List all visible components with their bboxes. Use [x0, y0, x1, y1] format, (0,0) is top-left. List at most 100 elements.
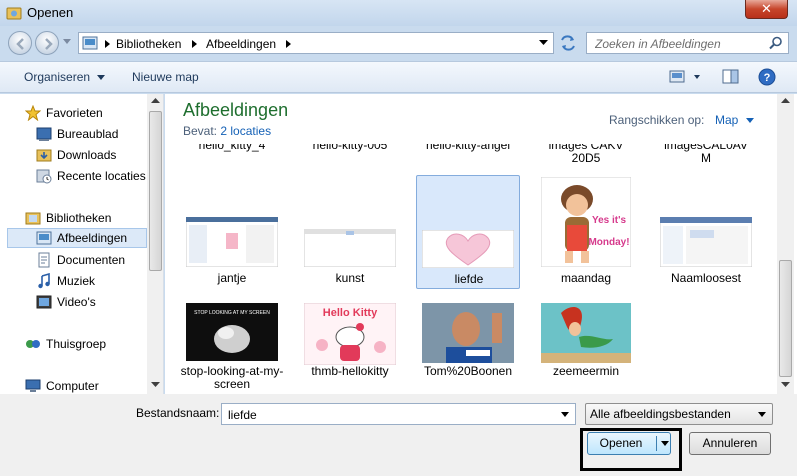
filename-input[interactable]: [226, 407, 546, 423]
scroll-up-icon[interactable]: [781, 98, 790, 104]
title-bar: Openen ✕: [0, 0, 797, 26]
nav-downloads[interactable]: Downloads: [0, 145, 147, 165]
nav-bureaublad[interactable]: Bureaublad: [0, 124, 147, 144]
file-label-cut[interactable]: images CAKV20D5: [534, 144, 638, 171]
file-item-stop-looking[interactable]: STOP LOOKING AT MY SCREEN stop-looking-a…: [180, 299, 284, 394]
forward-button[interactable]: [35, 31, 59, 55]
nav-recent-places[interactable]: Recente locaties: [0, 166, 147, 186]
nav-computer[interactable]: Computer: [0, 376, 147, 394]
nav-libraries[interactable]: Bibliotheken: [0, 208, 147, 228]
nav-muziek-label: Muziek: [57, 274, 96, 288]
includes-locations-link[interactable]: 2 locaties: [220, 124, 271, 138]
navigation-scroll-thumb[interactable]: [149, 111, 162, 271]
file-label-text: imagesCAL0AVM: [664, 144, 748, 165]
arrange-by-value: Map: [715, 113, 739, 127]
search-box[interactable]: [586, 32, 789, 54]
nav-homegroup[interactable]: Thuisgroep: [0, 334, 147, 354]
arrange-by-label: Rangschikken op:: [609, 113, 705, 127]
file-item-jantje[interactable]: jantje: [180, 174, 284, 288]
library-includes: Bevat: 2 locaties: [183, 124, 271, 138]
file-item-naamloosest[interactable]: Naamloosest: [654, 174, 758, 288]
thumbnail-hellokitty: Hello Kitty: [304, 303, 396, 365]
scroll-down-icon[interactable]: [151, 382, 160, 388]
back-button[interactable]: [8, 31, 32, 55]
file-label-jantje: jantje: [217, 271, 247, 285]
file-label-maandag: maandag: [560, 271, 612, 285]
chevron-right-icon[interactable]: [105, 40, 111, 48]
preview-pane-icon[interactable]: [722, 68, 740, 86]
organize-button[interactable]: Organiseren: [24, 70, 106, 84]
file-label-cut[interactable]: imagesCAL0AVM: [654, 144, 758, 171]
file-list-scrollbar[interactable]: [777, 94, 794, 394]
svg-text:Monday!: Monday!: [588, 237, 629, 248]
nav-computer-label: Computer: [46, 379, 99, 393]
chevron-down-icon: [745, 118, 754, 123]
breadcrumb-afbeeldingen[interactable]: Afbeeldingen: [206, 37, 276, 51]
file-label-stop-looking: stop-looking-at-my-screen: [180, 364, 284, 391]
file-item-tom-boonen[interactable]: Tom%20Boonen: [416, 299, 520, 394]
downloads-folder-icon: [36, 149, 52, 162]
arrow-left-icon: [16, 38, 24, 50]
desktop-icon: [36, 127, 52, 141]
arrange-by-dropdown[interactable]: Map: [715, 113, 754, 127]
search-icon[interactable]: [769, 36, 783, 50]
window-title: Openen: [27, 5, 74, 20]
search-input[interactable]: [593, 36, 763, 52]
open-button-label[interactable]: Openen: [588, 433, 654, 454]
thumbnail-liefde: [422, 230, 514, 268]
chevron-right-icon[interactable]: [192, 40, 198, 48]
view-options-icon[interactable]: [669, 68, 705, 86]
file-list-scroll-thumb[interactable]: [779, 260, 792, 377]
star-icon: [25, 105, 41, 121]
thumbnail-tom-boonen: [422, 303, 514, 363]
nav-bureaublad-label: Bureaublad: [57, 127, 119, 141]
chevron-down-icon[interactable]: [661, 441, 669, 447]
command-bar: Organiseren Nieuwe map ?: [0, 61, 797, 93]
cancel-button[interactable]: Annuleren: [689, 432, 771, 455]
file-label-cut[interactable]: hello_kitty_4: [180, 144, 284, 156]
file-item-thmb-hellokitty[interactable]: Hello Kitty thmb-hellokitty: [298, 299, 402, 394]
nav-muziek[interactable]: Muziek: [0, 271, 147, 291]
chevron-right-icon[interactable]: [286, 40, 292, 48]
nav-downloads-label: Downloads: [57, 148, 117, 162]
recent-pages-dropdown-icon[interactable]: [63, 39, 71, 45]
thumbnail-jantje: [186, 217, 278, 267]
thumbnail-maandag: Yes it's Monday!: [541, 177, 631, 267]
scroll-up-icon[interactable]: [151, 98, 160, 104]
scroll-down-icon[interactable]: [781, 382, 790, 388]
nav-videos[interactable]: Video's: [0, 292, 147, 312]
thumbnail-stop-looking: STOP LOOKING AT MY SCREEN: [186, 303, 278, 361]
close-button[interactable]: ✕: [745, 0, 788, 19]
chevron-down-icon[interactable]: [539, 40, 548, 46]
svg-text:Yes it's: Yes it's: [592, 215, 627, 226]
nav-afbeeldingen[interactable]: Afbeeldingen: [7, 228, 147, 248]
file-label-cut[interactable]: hello-kitty-005: [298, 144, 402, 156]
filename-label: Bestandsnaam:: [136, 406, 220, 420]
nav-favorites[interactable]: Favorieten: [0, 103, 147, 123]
file-label-tom-boonen: Tom%20Boonen: [423, 364, 513, 378]
file-label-cut[interactable]: hello-kitty-angel: [416, 144, 520, 156]
nav-documenten[interactable]: Documenten: [0, 250, 147, 270]
address-bar[interactable]: Bibliotheken Afbeeldingen: [78, 32, 554, 54]
open-split-button[interactable]: Openen: [587, 432, 671, 455]
filetype-value: Alle afbeeldingsbestanden: [590, 407, 731, 421]
computer-icon: [25, 379, 41, 392]
thumbnail-zeemeermin: [541, 303, 631, 363]
file-item-zeemeermin[interactable]: zeemeermin: [534, 299, 638, 394]
filename-combobox[interactable]: [221, 403, 576, 425]
help-icon[interactable]: ?: [758, 68, 776, 86]
file-items: hello_kitty_4 hello-kitty-005 hello-kitt…: [165, 144, 777, 394]
nav-recent-places-label: Recente locaties: [57, 169, 146, 183]
file-label-text: images CAKV20D5: [548, 144, 624, 165]
file-label-text: hello_kitty_4: [198, 144, 266, 152]
file-item-liefde[interactable]: liefde: [416, 175, 520, 289]
navigation-scrollbar[interactable]: [147, 94, 163, 394]
music-icon: [38, 273, 50, 289]
filetype-dropdown[interactable]: Alle afbeeldingsbestanden: [585, 403, 773, 425]
chevron-down-icon[interactable]: [561, 412, 569, 418]
file-item-maandag[interactable]: Yes it's Monday! maandag: [534, 174, 638, 288]
file-item-kunst[interactable]: kunst: [298, 174, 402, 288]
breadcrumb-bibliotheken[interactable]: Bibliotheken: [116, 37, 181, 51]
refresh-icon[interactable]: [556, 32, 580, 54]
new-folder-button[interactable]: Nieuwe map: [132, 70, 199, 84]
